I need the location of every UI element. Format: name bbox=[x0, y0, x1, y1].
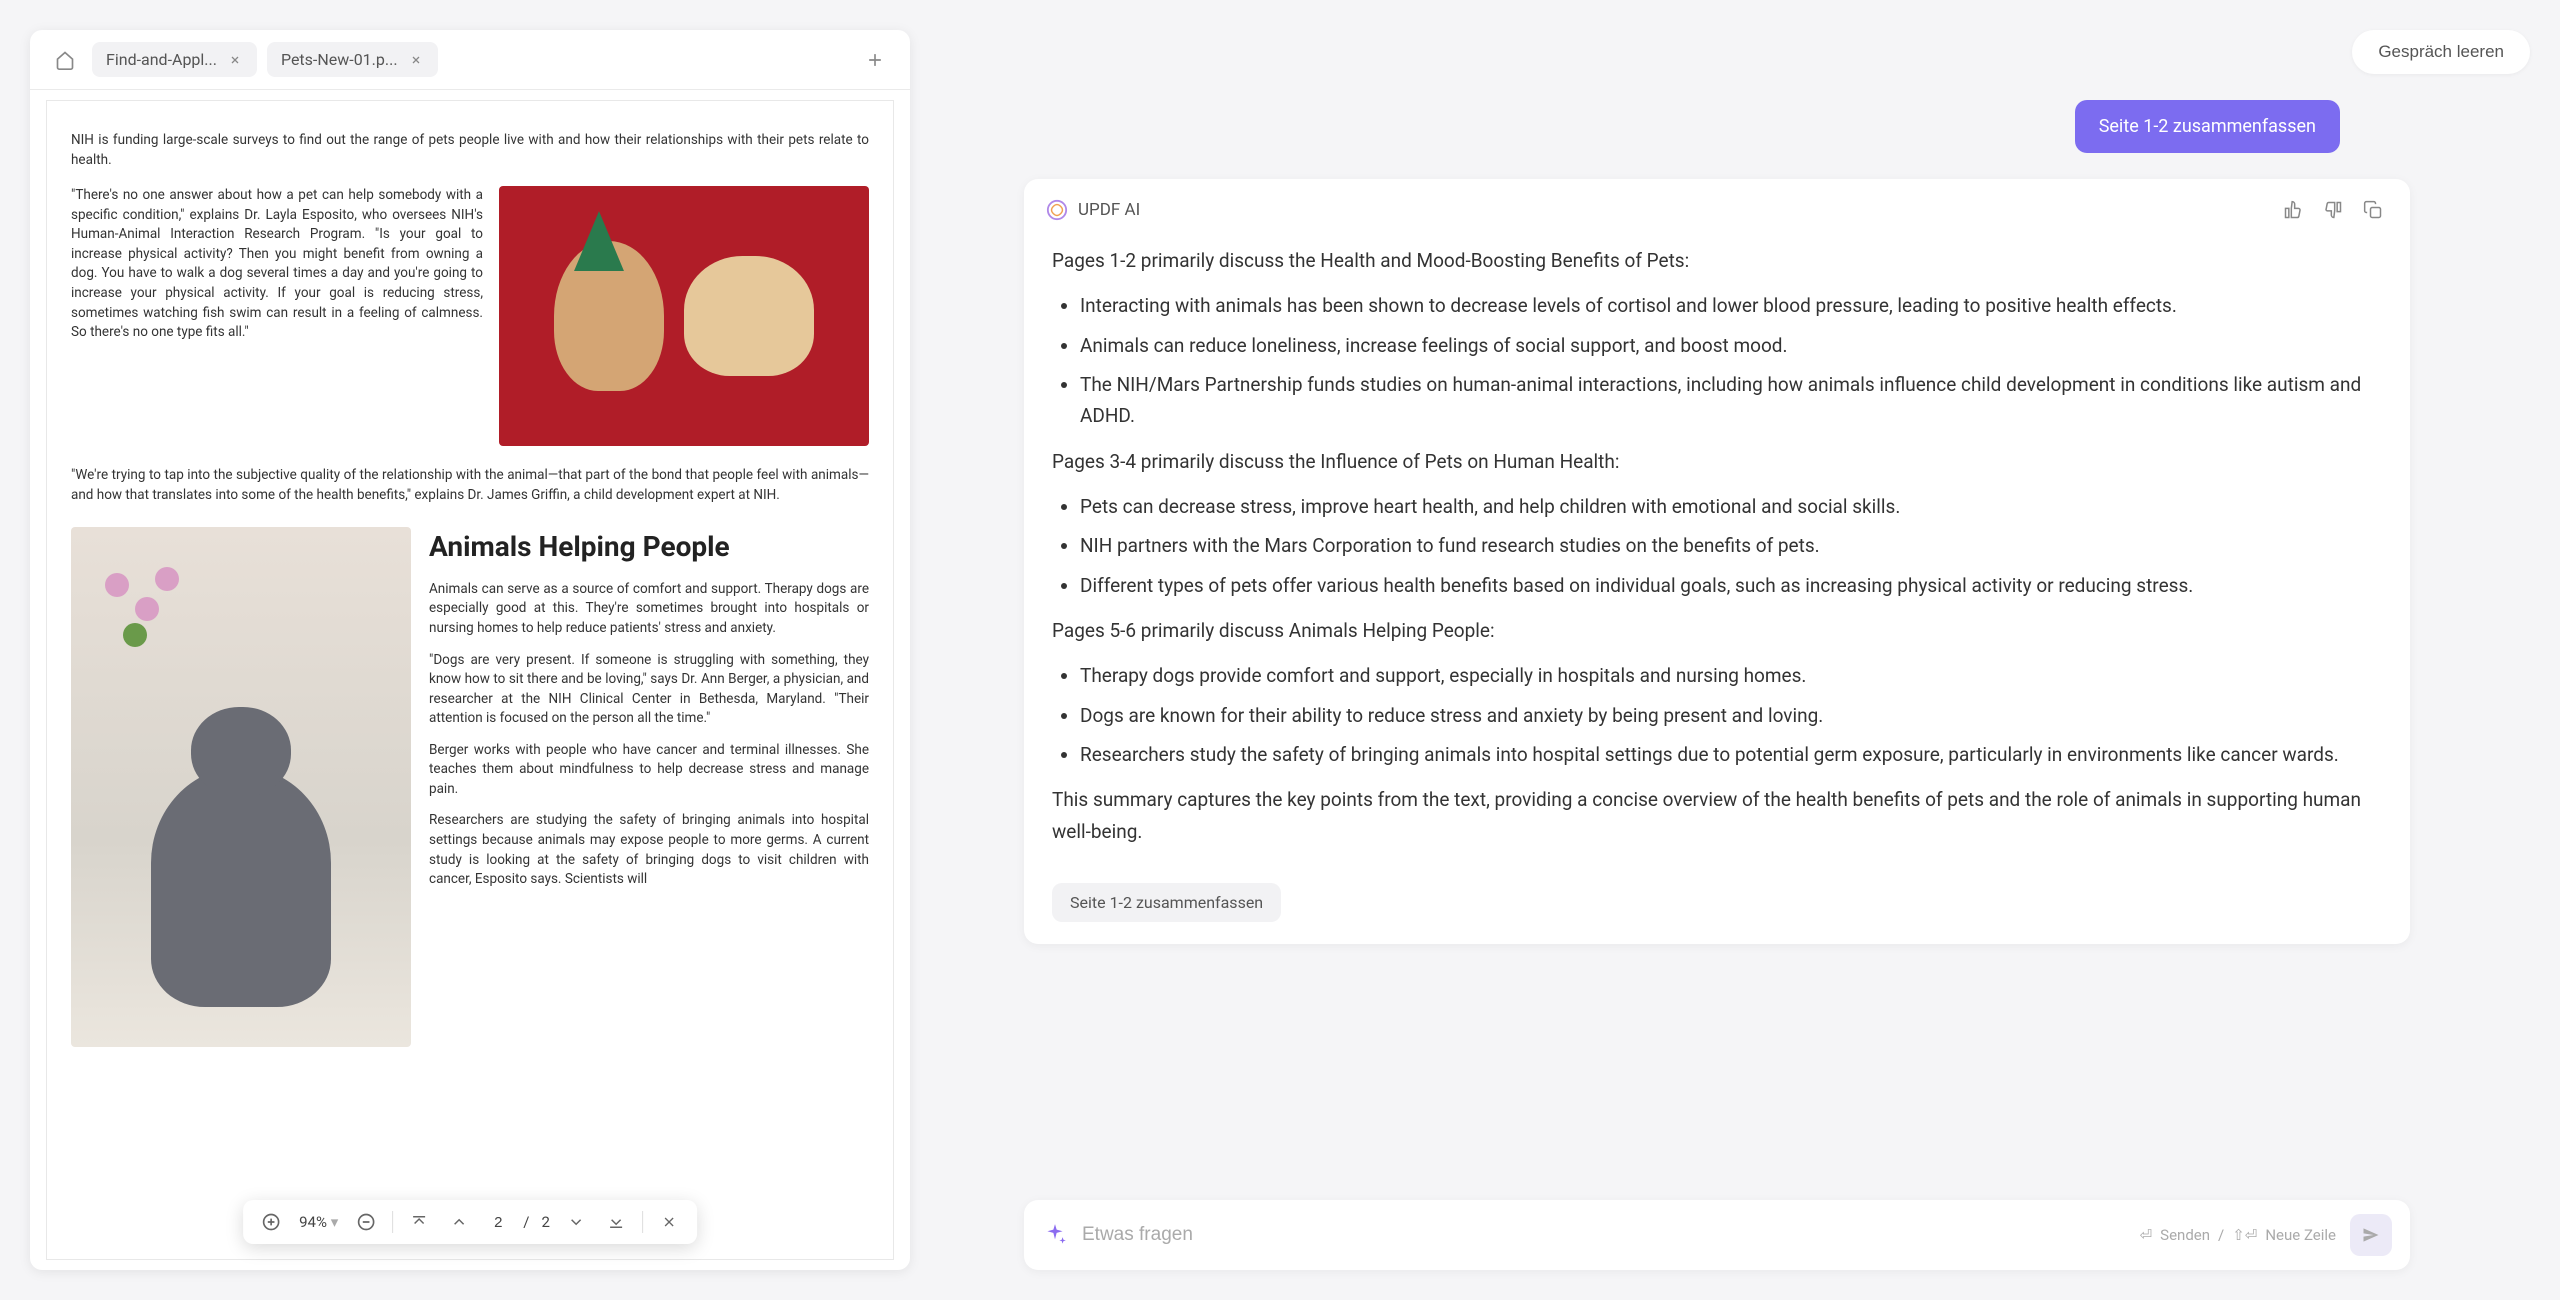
chevron-up-icon bbox=[450, 1213, 468, 1231]
doc-para: Researchers are studying the safety of b… bbox=[429, 811, 869, 889]
list-item: The NIH/Mars Partnership funds studies o… bbox=[1080, 369, 2382, 432]
ai-response-body: Pages 1-2 primarily discuss the Health a… bbox=[1024, 237, 2410, 883]
section-heading: Animals Helping People bbox=[429, 527, 869, 568]
home-icon bbox=[55, 50, 75, 70]
copy-button[interactable] bbox=[2358, 195, 2388, 225]
ai-list-3: Therapy dogs provide comfort and support… bbox=[1052, 660, 2382, 770]
ai-list-2: Pets can decrease stress, improve heart … bbox=[1052, 491, 2382, 601]
ai-section-intro: Pages 1-2 primarily discuss the Health a… bbox=[1052, 245, 2382, 276]
tab-label: Pets-New-01.p... bbox=[281, 50, 398, 69]
thumbs-down-icon bbox=[2323, 200, 2343, 220]
list-item: Animals can reduce loneliness, increase … bbox=[1080, 330, 2382, 361]
close-controls-button[interactable] bbox=[655, 1208, 683, 1236]
last-page-button[interactable] bbox=[602, 1208, 630, 1236]
list-item: Pets can decrease stress, improve heart … bbox=[1080, 491, 2382, 522]
list-item: Different types of pets offer various he… bbox=[1080, 570, 2382, 601]
thumbs-up-icon bbox=[2283, 200, 2303, 220]
chevrons-up-icon bbox=[410, 1213, 428, 1231]
close-icon bbox=[661, 1214, 677, 1230]
first-page-button[interactable] bbox=[405, 1208, 433, 1236]
plus-circle-icon bbox=[261, 1212, 281, 1232]
doc-para: Animals can serve as a source of comfort… bbox=[429, 580, 869, 639]
plus-icon bbox=[865, 50, 885, 70]
chevrons-down-icon bbox=[607, 1213, 625, 1231]
clear-conversation-button[interactable]: Gespräch leeren bbox=[2352, 30, 2530, 74]
new-tab-button[interactable] bbox=[858, 43, 892, 77]
list-item: NIH partners with the Mars Corporation t… bbox=[1080, 530, 2382, 561]
close-icon[interactable] bbox=[227, 52, 243, 68]
page-total: 2 bbox=[541, 1213, 549, 1231]
ai-closing: This summary captures the key points fro… bbox=[1052, 784, 2382, 847]
page-sep: / bbox=[523, 1213, 529, 1231]
ai-name-label: UPDF AI bbox=[1078, 200, 2268, 220]
chevron-down-icon bbox=[567, 1213, 585, 1231]
prev-page-button[interactable] bbox=[445, 1208, 473, 1236]
sparkle-icon bbox=[1042, 1222, 1068, 1248]
thumbs-up-button[interactable] bbox=[2278, 195, 2308, 225]
zoom-out-button[interactable] bbox=[352, 1208, 380, 1236]
chat-composer: ⏎Senden / ⇧⏎Neue Zeile bbox=[1024, 1200, 2410, 1270]
list-item: Interacting with animals has been shown … bbox=[1080, 290, 2382, 321]
page-controls: 94% ▾ / 2 bbox=[243, 1200, 697, 1244]
document-viewport[interactable]: NIH is funding large-scale surveys to fi… bbox=[30, 90, 910, 1270]
next-page-button[interactable] bbox=[562, 1208, 590, 1236]
send-button[interactable] bbox=[2350, 1214, 2392, 1256]
page-number-input[interactable] bbox=[485, 1214, 511, 1231]
cat-image bbox=[71, 527, 411, 1047]
tab-pets-new[interactable]: Pets-New-01.p... bbox=[267, 42, 438, 77]
tab-bar: Find-and-Appl... Pets-New-01.p... bbox=[30, 30, 910, 90]
doc-intro: NIH is funding large-scale surveys to fi… bbox=[71, 131, 869, 170]
copy-icon bbox=[2363, 200, 2383, 220]
doc-para: "Dogs are very present. If someone is st… bbox=[429, 651, 869, 729]
chat-input[interactable] bbox=[1082, 1224, 2126, 1246]
doc-para: Berger works with people who have cancer… bbox=[429, 741, 869, 800]
doc-quote-2: "We're trying to tap into the subjective… bbox=[71, 466, 869, 505]
minus-circle-icon bbox=[356, 1212, 376, 1232]
list-item: Dogs are known for their ability to redu… bbox=[1080, 700, 2382, 731]
updf-ai-logo-icon bbox=[1046, 199, 1068, 221]
suggestion-chip[interactable]: Seite 1-2 zusammenfassen bbox=[1052, 883, 1281, 922]
keyboard-hints: ⏎Senden / ⇧⏎Neue Zeile bbox=[2140, 1226, 2336, 1244]
send-icon bbox=[2361, 1225, 2381, 1245]
tab-label: Find-and-Appl... bbox=[106, 50, 217, 69]
dogs-image bbox=[499, 186, 869, 446]
ai-section-intro: Pages 3-4 primarily discuss the Influenc… bbox=[1052, 446, 2382, 477]
close-icon[interactable] bbox=[408, 52, 424, 68]
ai-list-1: Interacting with animals has been shown … bbox=[1052, 290, 2382, 431]
list-item: Researchers study the safety of bringing… bbox=[1080, 739, 2382, 770]
user-message: Seite 1-2 zusammenfassen bbox=[2075, 100, 2340, 153]
tab-find-and-apply[interactable]: Find-and-Appl... bbox=[92, 42, 257, 77]
pdf-page: NIH is funding large-scale surveys to fi… bbox=[46, 100, 894, 1260]
doc-quote-1: "There's no one answer about how a pet c… bbox=[71, 186, 483, 446]
ai-section-intro: Pages 5-6 primarily discuss Animals Help… bbox=[1052, 615, 2382, 646]
list-item: Therapy dogs provide comfort and support… bbox=[1080, 660, 2382, 691]
home-button[interactable] bbox=[48, 43, 82, 77]
chat-panel: Gespräch leeren Seite 1-2 zusammenfassen… bbox=[910, 0, 2560, 1300]
pdf-viewer-panel: Find-and-Appl... Pets-New-01.p... NIH is… bbox=[30, 30, 910, 1270]
zoom-in-button[interactable] bbox=[257, 1208, 285, 1236]
thumbs-down-button[interactable] bbox=[2318, 195, 2348, 225]
ai-response-card: UPDF AI Pages 1-2 primarily discuss the … bbox=[1024, 179, 2410, 944]
zoom-level: 94% ▾ bbox=[297, 1213, 340, 1231]
